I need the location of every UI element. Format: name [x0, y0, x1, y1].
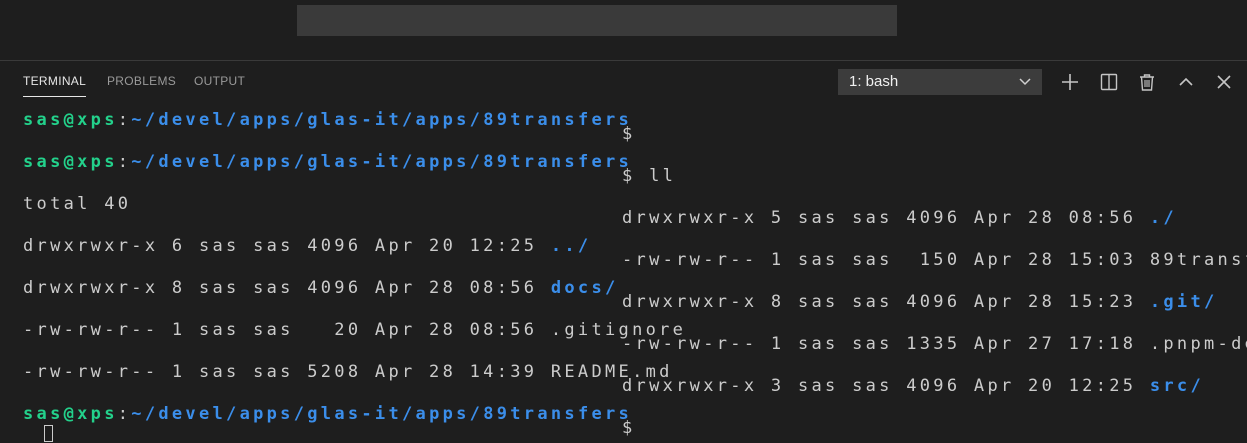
command-text: ll [649, 166, 677, 186]
prompt-user-host: sas@xps [23, 152, 118, 172]
listing-meta: -rw-rw-r-- 1 sas sas 150 Apr 28 15:03 [622, 250, 1150, 270]
listing-meta: drwxrwxr-x 8 sas sas 4096 Apr 28 08:56 [23, 278, 551, 298]
listing-row: drwxrwxr-x 8 sas sas 4096 Apr 28 15:23 .… [622, 292, 1218, 312]
listing-meta: drwxrwxr-x 5 sas sas 4096 Apr 28 08:56 [622, 208, 1150, 228]
listing-name: .git/ [1149, 292, 1218, 312]
prompt-path: ~/devel/apps/glas-it/apps/89transfers [131, 152, 633, 172]
listing-row: drwxrwxr-x 5 sas sas 4096 Apr 28 08:56 .… [622, 208, 1177, 228]
listing-name: .pnpm-debug.log [1149, 334, 1247, 354]
listing-row: -rw-rw-r-- 1 sas sas 150 Apr 28 15:03 89… [622, 250, 1247, 270]
command-line: $ ll [622, 166, 676, 186]
tab-output[interactable]: OUTPUT [194, 74, 245, 88]
prompt-symbol: $ [622, 124, 636, 144]
maximize-panel-button[interactable] [1175, 71, 1197, 93]
editor-area [0, 0, 1247, 61]
close-icon [1213, 71, 1235, 93]
split-icon [1098, 71, 1120, 93]
listing-meta: drwxrwxr-x 8 sas sas 4096 Apr 28 15:23 [622, 292, 1150, 312]
listing-meta: -rw-rw-r-- 1 sas sas 5208 Apr 28 14:39 [23, 362, 551, 382]
tab-problems[interactable]: PROBLEMS [107, 74, 176, 88]
chevron-up-icon [1175, 71, 1197, 93]
panel-header: TERMINAL PROBLEMS OUTPUT 1: bash [0, 62, 1247, 100]
kill-terminal-button[interactable] [1136, 71, 1158, 93]
listing-row: -rw-rw-r-- 1 sas sas 5208 Apr 28 14:39 R… [23, 362, 673, 382]
prompt-colon: : [117, 110, 132, 130]
terminal-select[interactable]: 1: bash [838, 69, 1042, 95]
listing-name: ./ [1149, 208, 1177, 228]
prompt-symbol: $ [622, 418, 636, 438]
listing-row: -rw-rw-r-- 1 sas sas 1335 Apr 27 17:18 .… [622, 334, 1247, 354]
trash-icon [1136, 71, 1158, 93]
prompt-line-3: sas@xps:~/devel/apps/glas-it/apps/89tran… [23, 404, 632, 424]
plus-icon [1059, 71, 1081, 93]
prompt-user-host: sas@xps [23, 404, 118, 424]
chevron-down-icon [1018, 69, 1032, 95]
listing-meta: -rw-rw-r-- 1 sas sas 1335 Apr 27 17:18 [622, 334, 1150, 354]
listing-name: docs/ [550, 278, 619, 298]
prompt-colon: : [117, 152, 132, 172]
prompt-line-2: sas@xps:~/devel/apps/glas-it/apps/89tran… [23, 152, 632, 172]
terminal-output[interactable]: sas@xps:~/devel/apps/glas-it/apps/89tran… [0, 100, 1247, 443]
terminal-select-value: 1: bash [849, 73, 899, 90]
prompt-symbol: $ [622, 166, 636, 186]
prompt-line-1: sas@xps:~/devel/apps/glas-it/apps/89tran… [23, 110, 632, 130]
close-panel-button[interactable] [1213, 71, 1235, 93]
prompt-colon: : [117, 404, 132, 424]
listing-meta: drwxrwxr-x 3 sas sas 4096 Apr 20 12:25 [622, 376, 1150, 396]
listing-row: drwxrwxr-x 3 sas sas 4096 Apr 20 12:25 s… [622, 376, 1204, 396]
listing-row: -rw-rw-r-- 1 sas sas 20 Apr 28 08:56 .gi… [23, 320, 686, 340]
prompt-user-host: sas@xps [23, 110, 118, 130]
listing-total: total 40 [23, 194, 132, 214]
new-terminal-button[interactable] [1059, 71, 1081, 93]
listing-row: drwxrwxr-x 8 sas sas 4096 Apr 28 08:56 d… [23, 278, 619, 298]
editor-tab-strip[interactable] [297, 5, 897, 36]
terminal-cursor [44, 425, 53, 442]
prompt-path: ~/devel/apps/glas-it/apps/89transfers [131, 110, 633, 130]
split-terminal-button[interactable] [1098, 71, 1120, 93]
listing-meta: -rw-rw-r-- 1 sas sas 20 Apr 28 08:56 [23, 320, 551, 340]
tab-terminal[interactable]: TERMINAL [23, 74, 87, 97]
listing-name: src/ [1149, 376, 1204, 396]
listing-meta: drwxrwxr-x 6 sas sas 4096 Apr 20 12:25 [23, 236, 551, 256]
listing-row: drwxrwxr-x 6 sas sas 4096 Apr 20 12:25 .… [23, 236, 591, 256]
listing-name: ../ [550, 236, 592, 256]
listing-name: 89transfers.code-workspace [1149, 250, 1247, 270]
prompt-path: ~/devel/apps/glas-it/apps/89transfers [131, 404, 633, 424]
